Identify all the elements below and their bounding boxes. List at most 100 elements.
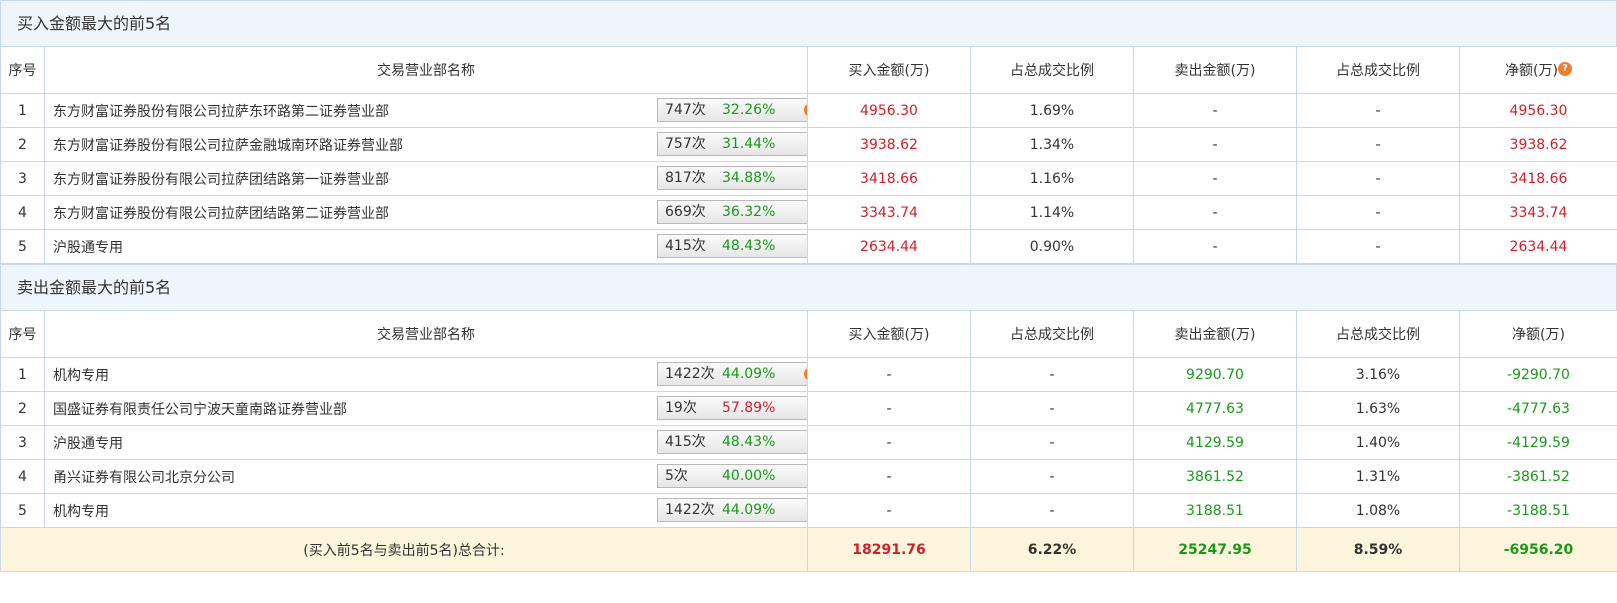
table-row: 4 甬兴证券有限公司北京分公司 5次 40.00% - -3861.52 1.31% -386… xyxy=(0,459,1617,494)
header-buy: 买入金额(万) xyxy=(807,46,971,94)
sell-amount: 9290.70 xyxy=(1133,357,1297,392)
sell-amount: 4129.59 xyxy=(1133,425,1297,460)
net-amount: 3343.74 xyxy=(1459,195,1617,230)
sell-amount: - xyxy=(1133,161,1297,196)
sell-pct: 1.31% xyxy=(1296,459,1460,494)
total-buy: 18291.76 xyxy=(807,527,971,572)
stat-box[interactable]: 747次 32.26%? xyxy=(657,98,807,122)
sell-amount: 3188.51 xyxy=(1133,493,1297,528)
question-circle-icon[interactable]: ? xyxy=(804,367,807,381)
buy-amount: 4956.30 xyxy=(807,93,971,128)
table-row: 5 机构专用 1422次 44.09% - -3188.51 1.08% -3188.51 xyxy=(0,493,1617,528)
stat-box[interactable]: 415次 48.43% xyxy=(657,234,807,258)
net-amount: -3861.52 xyxy=(1459,459,1617,494)
buy-pct: - xyxy=(970,357,1134,392)
branch-cell: 东方财富证券股份有限公司拉萨团结路第一证券营业部 817次 34.88% xyxy=(44,161,808,196)
sell-pct: - xyxy=(1296,93,1460,128)
buy-amount: 2634.44 xyxy=(807,229,971,264)
sell-pct: 1.08% xyxy=(1296,493,1460,528)
stat-box[interactable]: 1422次 44.09%? xyxy=(657,362,807,386)
buy-table: 序号 交易营业部名称 买入金额(万) 占总成交比例 卖出金额(万) 占总成交比例… xyxy=(0,46,1617,264)
table-row: 3 东方财富证券股份有限公司拉萨团结路第一证券营业部 817次 34.88% 3418.… xyxy=(0,161,1617,196)
buy-pct: 0.90% xyxy=(970,229,1134,264)
buy-pct: 1.16% xyxy=(970,161,1134,196)
header-name: 交易营业部名称 xyxy=(44,310,808,358)
sell-amount: - xyxy=(1133,195,1297,230)
branch-name-link[interactable]: 东方财富证券股份有限公司拉萨团结路第二证券营业部 xyxy=(53,203,389,223)
trade-count: 415次 xyxy=(665,434,706,450)
sell-amount: - xyxy=(1133,127,1297,162)
branch-cell: 机构专用 1422次 44.09% xyxy=(44,493,808,528)
net-amount: -4129.59 xyxy=(1459,425,1617,460)
branch-name-link[interactable]: 东方财富证券股份有限公司拉萨团结路第一证券营业部 xyxy=(53,169,389,189)
table-row: 1机构专用1422次44.09%?--9290.703.16%-9290.70 xyxy=(0,357,1617,392)
sell-pct: - xyxy=(1296,127,1460,162)
win-rate: 48.43% xyxy=(722,238,776,254)
branch-cell: 甬兴证券有限公司北京分公司 5次 40.00% xyxy=(44,459,808,494)
trade-count: 19次 xyxy=(665,400,697,416)
stat-box[interactable]: 669次 36.32% xyxy=(657,200,807,224)
stat-box[interactable]: 817次 34.88% xyxy=(657,166,807,190)
total-buy-pct: 6.22% xyxy=(970,527,1134,572)
win-rate: 31.44% xyxy=(722,136,776,152)
win-rate: 44.09% xyxy=(722,366,776,382)
sell-pct: - xyxy=(1296,195,1460,230)
question-circle-icon[interactable]: ? xyxy=(804,103,807,117)
branch-cell: 东方财富证券股份有限公司拉萨团结路第二证券营业部 669次 36.32% xyxy=(44,195,808,230)
trade-count: 747次 xyxy=(665,102,706,118)
row-index: 2 xyxy=(0,391,45,426)
branch-name-link[interactable]: 东方财富证券股份有限公司拉萨金融城南环路证券营业部 xyxy=(53,135,403,155)
sell-amount: - xyxy=(1133,93,1297,128)
branch-cell: 国盛证券有限责任公司宁波天童南路证券营业部 19次 57.89% xyxy=(44,391,808,426)
branch-name-link[interactable]: 机构专用 xyxy=(53,501,109,521)
header-net: 净额(万)? xyxy=(1459,46,1617,94)
table-row: 2 东方财富证券股份有限公司拉萨金融城南环路证券营业部 757次 31.44% 3938… xyxy=(0,127,1617,162)
branch-name-link[interactable]: 沪股通专用 xyxy=(53,237,123,257)
sell-amount: - xyxy=(1133,229,1297,264)
net-amount: 4956.30 xyxy=(1459,93,1617,128)
total-label: (买入前5名与卖出前5名)总合计: xyxy=(0,527,808,572)
branch-cell: 东方财富证券股份有限公司拉萨金融城南环路证券营业部 757次 31.44% xyxy=(44,127,808,162)
sell-table-header: 序号 交易营业部名称 买入金额(万) 占总成交比例 卖出金额(万) 占总成交比例… xyxy=(0,310,1617,358)
net-amount: -3188.51 xyxy=(1459,493,1617,528)
branch-name-link[interactable]: 机构专用 xyxy=(53,365,109,385)
buy-amount: - xyxy=(807,391,971,426)
trade-count: 757次 xyxy=(665,136,706,152)
branch-name-link[interactable]: 沪股通专用 xyxy=(53,433,123,453)
sell-pct: 3.16% xyxy=(1296,357,1460,392)
buy-pct: 1.34% xyxy=(970,127,1134,162)
win-rate: 48.43% xyxy=(722,434,776,450)
row-index: 1 xyxy=(0,357,45,392)
branch-name-link[interactable]: 东方财富证券股份有限公司拉萨东环路第二证券营业部 xyxy=(53,101,389,121)
total-net: -6956.20 xyxy=(1459,527,1617,572)
header-buy-pct: 占总成交比例 xyxy=(970,46,1134,94)
table-row: 2 国盛证券有限责任公司宁波天童南路证券营业部 19次 57.89% - -4777.63… xyxy=(0,391,1617,426)
header-buy: 买入金额(万) xyxy=(807,310,971,358)
row-index: 5 xyxy=(0,229,45,264)
buy-table-header: 序号 交易营业部名称 买入金额(万) 占总成交比例 卖出金额(万) 占总成交比例… xyxy=(0,46,1617,94)
question-circle-icon[interactable]: ? xyxy=(1557,62,1572,76)
buy-amount: 3418.66 xyxy=(807,161,971,196)
buy-pct: - xyxy=(970,425,1134,460)
header-buy-pct: 占总成交比例 xyxy=(970,310,1134,358)
stat-box[interactable]: 757次 31.44% xyxy=(657,132,807,156)
sell-table: 序号 交易营业部名称 买入金额(万) 占总成交比例 卖出金额(万) 占总成交比例… xyxy=(0,310,1617,572)
stat-box[interactable]: 1422次 44.09% xyxy=(657,498,807,522)
stat-box[interactable]: 19次 57.89% xyxy=(657,396,807,420)
header-name: 交易营业部名称 xyxy=(44,46,808,94)
stat-box[interactable]: 415次 48.43% xyxy=(657,430,807,454)
header-sell: 卖出金额(万) xyxy=(1133,310,1297,358)
branch-cell: 机构专用 1422次 44.09%? xyxy=(44,357,808,392)
buy-amount: - xyxy=(807,425,971,460)
buy-pct: - xyxy=(970,391,1134,426)
row-index: 5 xyxy=(0,493,45,528)
stat-box[interactable]: 5次 40.00% xyxy=(657,464,807,488)
buy-pct: - xyxy=(970,493,1134,528)
buy-amount: - xyxy=(807,493,971,528)
buy-section-title: 买入金额最大的前5名 xyxy=(0,0,1617,46)
branch-name-link[interactable]: 甬兴证券有限公司北京分公司 xyxy=(53,467,235,487)
net-amount: 3938.62 xyxy=(1459,127,1617,162)
row-index: 2 xyxy=(0,127,45,162)
trade-count: 1422次 xyxy=(665,366,715,382)
branch-name-link[interactable]: 国盛证券有限责任公司宁波天童南路证券营业部 xyxy=(53,399,347,419)
